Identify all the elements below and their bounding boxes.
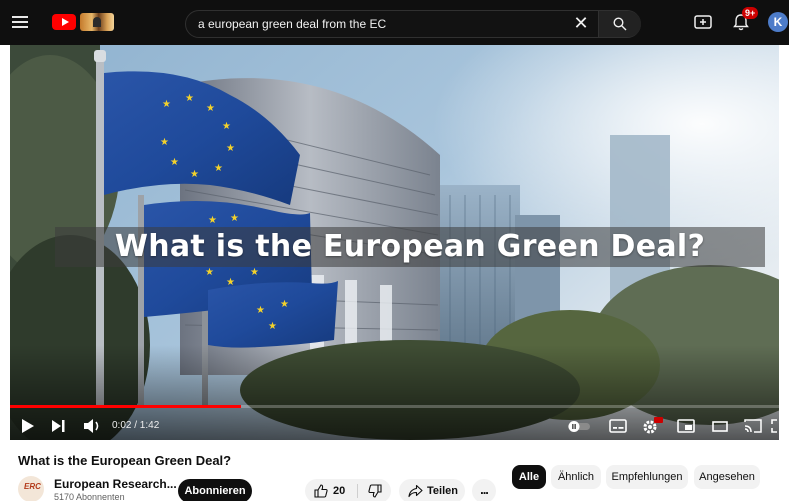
- svg-text:★: ★: [222, 121, 231, 132]
- channel-avatar[interactable]: ERC: [18, 476, 44, 501]
- like-dislike-group: 20: [305, 479, 391, 501]
- svg-text:★: ★: [230, 213, 239, 224]
- logo-doodle-image[interactable]: [80, 13, 114, 31]
- svg-text:★: ★: [268, 321, 277, 332]
- search-button[interactable]: [599, 11, 641, 37]
- fullscreen-icon[interactable]: [770, 416, 779, 436]
- autoplay-toggle-icon[interactable]: [566, 416, 592, 436]
- video-player[interactable]: ★ ★ ★ ★ ★ ★ ★ ★ ★ ★ ★ ★ ★ ★ ★ ★ ★ What is the Europ…: [10, 45, 779, 440]
- theater-mode-icon[interactable]: [710, 416, 730, 436]
- more-horizontal-icon: ...: [480, 482, 489, 497]
- search-icon: [613, 17, 627, 31]
- svg-text:★: ★: [162, 99, 171, 110]
- play-icon[interactable]: [20, 416, 36, 436]
- subscribe-button[interactable]: Abonnieren: [178, 479, 252, 501]
- svg-text:★: ★: [206, 103, 215, 114]
- create-video-icon[interactable]: [694, 14, 712, 30]
- player-controls: 0:02 / 1:42: [10, 411, 779, 440]
- svg-text:★: ★: [170, 157, 179, 168]
- avatar[interactable]: K: [768, 12, 788, 32]
- chip-empfehlungen[interactable]: Empfehlungen: [606, 465, 688, 489]
- volume-icon[interactable]: [82, 416, 104, 436]
- subtitles-icon[interactable]: [608, 416, 628, 436]
- thumbs-up-icon: [314, 484, 328, 498]
- like-button[interactable]: 20: [305, 479, 357, 501]
- search-input[interactable]: [198, 11, 558, 37]
- chip-angesehen[interactable]: Angesehen: [694, 465, 760, 489]
- svg-text:★: ★: [190, 169, 199, 180]
- gear-icon[interactable]: [640, 416, 664, 436]
- video-title: What is the European Green Deal?: [18, 453, 232, 468]
- channel-name[interactable]: European Research...: [54, 477, 177, 491]
- cast-icon[interactable]: [743, 416, 763, 436]
- youtube-watch-page: ✕ 9+ K: [0, 0, 789, 501]
- svg-text:★: ★: [280, 299, 289, 310]
- top-bar: ✕ 9+ K: [0, 0, 789, 45]
- svg-text:★: ★: [160, 137, 169, 148]
- close-icon[interactable]: ✕: [572, 15, 590, 33]
- search-bar: ✕: [185, 10, 641, 38]
- chip-alle[interactable]: Alle: [512, 465, 546, 489]
- progress-bar-fill: [10, 405, 241, 408]
- share-button[interactable]: Teilen: [399, 479, 465, 501]
- svg-text:★: ★: [226, 143, 235, 154]
- like-count: 20: [333, 485, 346, 497]
- dislike-button[interactable]: [358, 479, 391, 501]
- share-icon: [408, 484, 423, 498]
- share-label: Teilen: [427, 485, 458, 497]
- video-overlay-title: What is the European Green Deal?: [114, 229, 706, 264]
- svg-text:★: ★: [226, 277, 235, 288]
- progress-bar[interactable]: [10, 405, 779, 408]
- thumbs-down-icon: [368, 484, 382, 498]
- svg-text:★: ★: [256, 305, 265, 316]
- notification-badge: 9+: [742, 7, 759, 19]
- time-display: 0:02 / 1:42: [112, 420, 160, 431]
- miniplayer-icon[interactable]: [676, 416, 696, 436]
- youtube-logo-icon[interactable]: [52, 14, 76, 30]
- svg-text:★: ★: [214, 163, 223, 174]
- svg-text:★: ★: [185, 93, 194, 104]
- more-actions-button[interactable]: ...: [472, 479, 496, 501]
- subscriber-count: 5170 Abonnenten: [54, 492, 125, 501]
- next-icon[interactable]: [50, 416, 66, 436]
- hamburger-menu-icon[interactable]: [12, 13, 32, 31]
- chip-aehnlich[interactable]: Ähnlich: [551, 465, 601, 489]
